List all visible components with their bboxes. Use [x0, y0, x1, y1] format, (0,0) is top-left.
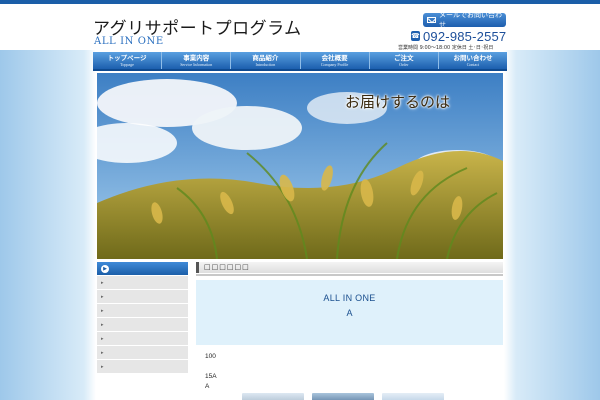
nav-item-service[interactable]: 事業内容 Service Information	[162, 52, 232, 69]
nav-item-label: 会社概要	[321, 53, 348, 62]
chevron-right-icon: ▸	[101, 293, 104, 300]
body-text-line: A	[205, 383, 210, 390]
chevron-right-icon: ▸	[101, 279, 104, 286]
hero-caption: お届けするのは	[345, 93, 451, 111]
hero-banner: お届けするのは	[97, 73, 503, 259]
global-nav: トップページ Toppage 事業内容 Service Information …	[93, 52, 507, 69]
sidebar-item[interactable]: ▸	[97, 346, 188, 360]
body-text-line: 15A	[205, 373, 217, 380]
mail-contact-label: メールでお問い合わせ	[439, 11, 502, 29]
mail-contact-button[interactable]: メールでお問い合わせ	[423, 11, 506, 29]
site-subtitle: ALL IN ONE	[94, 36, 164, 47]
chevron-right-icon: ▸	[101, 349, 104, 356]
nav-item-company[interactable]: 会社概要 Company Profile	[301, 52, 370, 69]
nav-item-label: 事業内容	[183, 53, 210, 62]
chevron-right-icon: ▸	[101, 307, 104, 314]
sidebar-item[interactable]: ▸	[97, 276, 188, 290]
nav-item-label: ご注文	[394, 53, 414, 62]
mail-icon	[427, 17, 436, 23]
thumbnail-image[interactable]	[312, 393, 374, 400]
sidebar-item[interactable]: ▸	[97, 290, 188, 304]
thumbnail-image[interactable]	[382, 393, 444, 400]
nav-item-sublabel: Introduction	[255, 61, 276, 67]
nav-item-contact[interactable]: お問い合わせ Contact	[439, 52, 507, 69]
nav-item-sublabel: Service Information	[180, 61, 213, 67]
phone-number: 092-985-2557	[423, 28, 507, 44]
sidebar-item[interactable]: ▸	[97, 332, 188, 346]
nav-item-sublabel: Company Profile	[320, 61, 349, 67]
sidebar-item[interactable]: ▸	[97, 318, 188, 332]
chevron-right-icon: ▸	[101, 363, 104, 370]
nav-item-sublabel: Toppage	[120, 61, 134, 67]
nav-item-top[interactable]: トップページ Toppage	[93, 52, 163, 69]
thumbnail-row	[242, 393, 444, 400]
chevron-right-icon: ▸	[101, 335, 104, 342]
thumbnail-image[interactable]	[242, 393, 304, 400]
chevron-right-icon: ▸	[101, 321, 104, 328]
phone-row: ☎ 092-985-2557	[411, 28, 507, 44]
intro-subtitle: A	[346, 308, 353, 318]
phone-icon: ☎	[411, 31, 420, 41]
nav-item-order[interactable]: ご注文 Order	[370, 52, 439, 69]
nav-item-label: 商品紹介	[252, 53, 279, 62]
sidebar-item[interactable]: ▸	[97, 304, 188, 318]
nav-item-products[interactable]: 商品紹介 Introduction	[231, 52, 301, 69]
intro-title: ALL IN ONE	[323, 293, 376, 303]
nav-item-label: トップページ	[107, 53, 147, 62]
nav-item-label: お問い合わせ	[453, 53, 493, 62]
sidebar-menu: ▶ ▸ ▸ ▸ ▸ ▸ ▸ ▸	[97, 262, 188, 374]
site-header: アグリサポートプログラム ALL IN ONE メールでお問い合わせ ☎ 092…	[0, 4, 600, 51]
sidebar-item[interactable]: ▸	[97, 360, 188, 374]
nav-underline	[93, 69, 507, 71]
business-hours: 営業時間 9:00～18:00 定休日 土･日･祝日	[398, 45, 494, 51]
section-heading: □□□□□□	[196, 262, 503, 273]
sidebar-item[interactable]: ▶	[97, 262, 188, 276]
intro-box: ALL IN ONE A	[196, 280, 503, 345]
body-text-line: 100	[205, 353, 216, 360]
play-icon: ▶	[101, 264, 109, 273]
nav-item-sublabel: Contact	[466, 61, 480, 67]
main-content: □□□□□□ ALL IN ONE A 100 15A A	[196, 262, 503, 400]
heading-divider	[196, 274, 503, 276]
nav-item-sublabel: Order	[399, 61, 409, 67]
